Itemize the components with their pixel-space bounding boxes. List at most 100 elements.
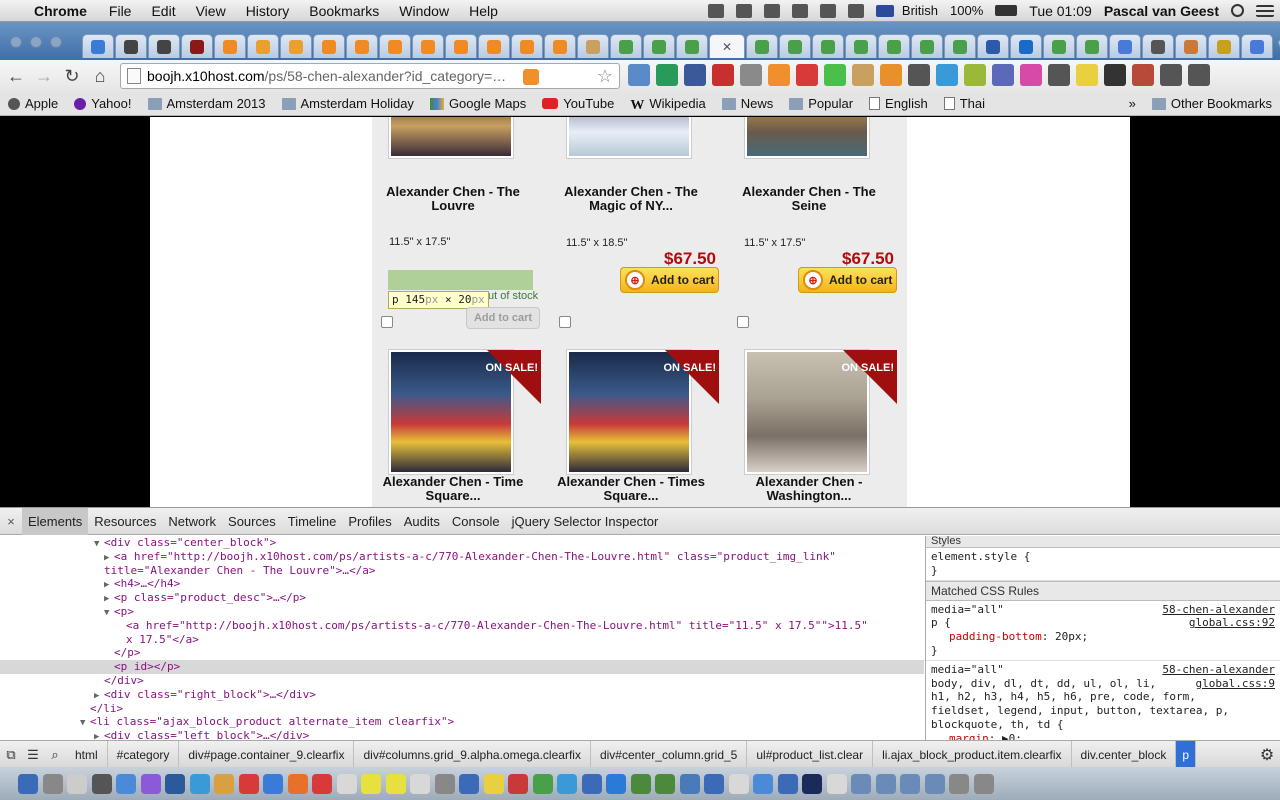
styles-header[interactable]: Styles <box>926 536 1280 548</box>
menu-edit[interactable]: Edit <box>141 3 185 19</box>
dock-app-icon[interactable] <box>802 773 822 794</box>
browser-tab[interactable] <box>610 34 642 58</box>
product-image-washington[interactable]: ON SALE! <box>744 349 897 475</box>
product-size[interactable]: 11.5" x 17.5" <box>744 237 805 249</box>
browser-tab[interactable]: ✕ <box>709 34 745 58</box>
window-zoom-button[interactable] <box>50 36 62 48</box>
product-image-louvre[interactable]: ON SALE! <box>388 117 514 159</box>
browser-tab[interactable] <box>379 34 411 58</box>
menu-app-name[interactable]: Chrome <box>30 3 99 19</box>
dom-node-selected[interactable]: <p id></p> <box>0 660 924 674</box>
compare-checkbox[interactable] <box>381 316 393 328</box>
extension-icon[interactable] <box>712 64 734 86</box>
dom-node[interactable]: x 17.5"</a> <box>0 633 924 647</box>
browser-tab[interactable] <box>779 34 811 58</box>
menu-bookmarks[interactable]: Bookmarks <box>299 3 389 19</box>
css-value[interactable]: 20px; <box>1055 630 1088 643</box>
breadcrumb-center-block[interactable]: div.center_block <box>1072 740 1177 769</box>
dock-app-icon[interactable] <box>532 773 553 794</box>
extension-icon[interactable] <box>880 64 902 86</box>
menu-clock[interactable]: Tue 01:09 <box>1023 3 1098 19</box>
css-value[interactable]: 0; <box>1009 732 1022 740</box>
battery-percent[interactable]: 100% <box>944 3 989 18</box>
dom-node[interactable]: title="Alexander Chen - The Louvre">…</a… <box>0 564 924 578</box>
browser-tab[interactable] <box>280 34 312 58</box>
extension-icon[interactable] <box>768 64 790 86</box>
dock-app-icon[interactable] <box>214 773 234 794</box>
extension-icon[interactable] <box>684 64 706 86</box>
browser-tab[interactable] <box>1175 34 1207 58</box>
dock-app-icon[interactable] <box>312 773 332 794</box>
bookmark-popular[interactable]: Popular <box>781 96 861 111</box>
tab-audits[interactable]: Audits <box>398 508 446 535</box>
back-button[interactable]: ← <box>4 66 28 87</box>
tab-network[interactable]: Network <box>162 508 222 535</box>
browser-tab[interactable] <box>1109 34 1141 58</box>
bookmark-youtube[interactable]: YouTube <box>534 96 622 111</box>
add-to-cart-button[interactable]: ⊕ Add to cart <box>620 267 719 293</box>
address-bar[interactable]: boojh.x10host.com/ps/58-chen-alexander?i… <box>120 63 620 89</box>
bookmark-wikipedia[interactable]: W Wikipedia <box>622 96 713 113</box>
tab-profiles[interactable]: Profiles <box>342 508 397 535</box>
dock-app-icon[interactable] <box>483 773 504 794</box>
breadcrumb-p[interactable]: p <box>1176 740 1197 769</box>
product-image-magic-ny[interactable] <box>566 117 692 159</box>
browser-tab[interactable] <box>643 34 675 58</box>
dock-app-icon[interactable] <box>18 773 38 794</box>
dock-app-icon[interactable] <box>949 773 969 794</box>
breadcrumb-page[interactable]: div#page.container_9.clearfix <box>179 740 355 769</box>
browser-tab[interactable] <box>1043 34 1075 58</box>
extension-icon[interactable] <box>1188 64 1210 86</box>
rule-source-link[interactable]: 58-chen-alexander <box>1162 603 1275 617</box>
extension-icon[interactable] <box>964 64 986 86</box>
dock-app-icon[interactable] <box>238 773 259 794</box>
product-name[interactable]: Alexander Chen - Times Square... <box>556 475 706 503</box>
dock-app-icon[interactable] <box>924 773 945 794</box>
dom-node[interactable]: </p> <box>0 646 924 660</box>
dom-node[interactable]: ▶ <div class="right_block">…</div> <box>0 688 924 702</box>
bookmark-thai[interactable]: Thai <box>936 96 993 111</box>
bookmark-news[interactable]: News <box>714 96 782 111</box>
extension-icon[interactable] <box>908 64 930 86</box>
breadcrumb-li[interactable]: li.ajax_block_product.item.clearfix <box>873 740 1072 769</box>
browser-tab[interactable] <box>346 34 378 58</box>
battery-icon[interactable] <box>995 5 1018 16</box>
breadcrumb-category[interactable]: #category <box>108 740 180 769</box>
browser-tab[interactable] <box>247 34 279 58</box>
extension-icon[interactable] <box>1076 64 1098 86</box>
breadcrumb-center-column[interactable]: div#center_column.grid_5 <box>591 740 748 769</box>
rule-file-link[interactable]: global.css:9 <box>1196 677 1275 691</box>
dock-toggle-icon[interactable]: ⧉ <box>0 747 22 763</box>
menu-history[interactable]: History <box>236 3 300 19</box>
dropbox-icon[interactable] <box>735 3 752 18</box>
dom-node[interactable]: </li> <box>0 702 924 716</box>
dock-app-icon[interactable] <box>875 773 896 794</box>
dock-app-icon[interactable] <box>851 773 871 794</box>
dock-app-icon[interactable] <box>581 773 602 794</box>
browser-tab[interactable] <box>148 34 180 58</box>
browser-tab[interactable] <box>676 34 708 58</box>
dock-app-icon[interactable] <box>630 773 651 794</box>
bookmark-other[interactable]: Other Bookmarks <box>1144 96 1280 111</box>
browser-tab[interactable] <box>1076 34 1108 58</box>
dock-app-icon[interactable] <box>287 773 308 794</box>
extension-icon[interactable] <box>740 64 762 86</box>
devtools-close-icon[interactable]: × <box>0 514 22 529</box>
browser-tab[interactable] <box>746 34 778 58</box>
browser-tab[interactable] <box>115 34 147 58</box>
bookmark-amsterdam-2013[interactable]: Amsterdam 2013 <box>140 96 274 111</box>
home-button[interactable]: ⌂ <box>88 66 112 87</box>
dock-app-icon[interactable] <box>557 773 577 794</box>
dock-app-icon[interactable] <box>42 773 63 794</box>
dock-app-icon[interactable] <box>336 773 357 794</box>
browser-tab[interactable] <box>82 34 114 58</box>
product-name[interactable]: Alexander Chen - The Louvre <box>378 185 528 213</box>
extension-icon[interactable] <box>1020 64 1042 86</box>
browser-tab[interactable] <box>511 34 543 58</box>
input-source-label[interactable]: British <box>896 3 944 18</box>
dock-app-icon[interactable] <box>826 773 847 794</box>
dock-app-icon[interactable] <box>385 773 406 794</box>
dock-app-icon[interactable] <box>655 773 675 794</box>
browser-tab[interactable] <box>1208 34 1240 58</box>
extension-icon[interactable] <box>992 64 1014 86</box>
